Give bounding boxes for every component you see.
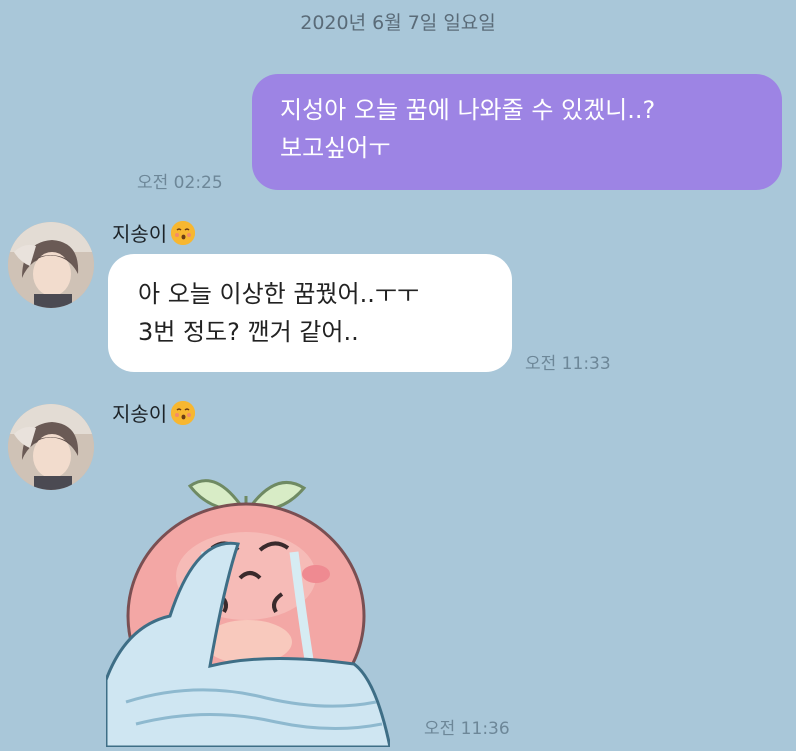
sender-name-row: 지송이: [112, 398, 196, 427]
avatar[interactable]: [8, 404, 94, 490]
message-bubble-outgoing[interactable]: 지성아 오늘 꿈에 나와줄 수 있겠니..? 보고싶어ㅜ: [252, 74, 782, 190]
message-line: 보고싶어ㅜ: [280, 134, 391, 162]
crying-peach-sticker[interactable]: [104, 466, 392, 749]
sender-name-row: 지송이: [112, 218, 196, 247]
message-line: 지성아 오늘 꿈에 나와줄 수 있겠니..?: [280, 96, 656, 124]
message-timestamp: 오전 02:25: [137, 173, 223, 193]
message-timestamp: 오전 11:33: [525, 354, 611, 374]
avatar-photo: [8, 404, 94, 490]
date-divider: 2020년 6월 7일 일요일: [300, 12, 496, 34]
sender-name: 지송이: [112, 402, 168, 426]
kissing-face-emoji-icon: [171, 220, 196, 245]
kissing-face-emoji-icon: [171, 400, 196, 425]
sender-name: 지송이: [112, 222, 168, 246]
sticker-image: [104, 479, 392, 749]
message-line: 아 오늘 이상한 꿈꿨어..ㅜㅜ: [138, 280, 420, 308]
avatar-photo: [8, 222, 94, 308]
avatar[interactable]: [8, 222, 94, 308]
message-timestamp: 오전 11:36: [424, 719, 510, 739]
message-bubble-incoming[interactable]: 아 오늘 이상한 꿈꿨어..ㅜㅜ 3번 정도? 깬거 같어..: [108, 254, 512, 372]
message-line: 3번 정도? 깬거 같어..: [138, 318, 359, 346]
